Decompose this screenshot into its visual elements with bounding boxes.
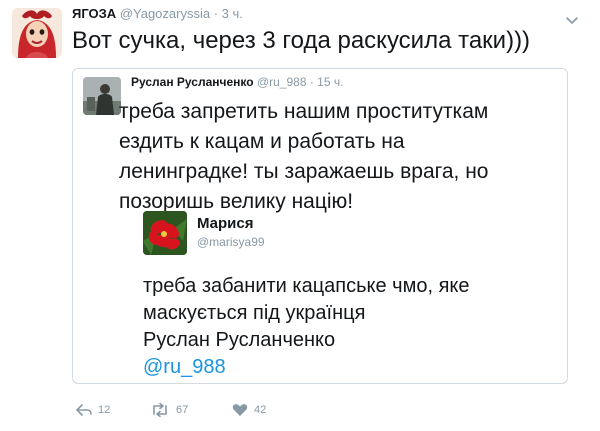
nested-author-name: Марися — [197, 215, 254, 232]
quoted-header: Руслан Русланченко @ru_988 · 15 ч. — [131, 75, 343, 89]
tweet-text: Вот сучка, через 3 года раскусила таки))… — [72, 27, 531, 54]
quoted-text: треба запретить нашим проституткам ездит… — [119, 97, 488, 217]
reply-icon — [76, 404, 92, 416]
quoted-author-avatar — [83, 77, 121, 115]
tweet-header: ЯГОЗА @Yagozaryssia · 3 ч. — [72, 6, 243, 21]
nested-author-avatar — [143, 211, 187, 255]
retweet-icon — [153, 403, 167, 417]
nested-text-line: маскується під українця — [143, 302, 366, 324]
like-button[interactable]: 42 — [232, 400, 266, 420]
cartoon-girl-avatar-icon — [12, 8, 62, 58]
like-count: 42 — [254, 404, 267, 416]
author-avatar[interactable] — [12, 8, 62, 58]
nested-text-line: треба забанити кацапське чмо, яке — [143, 275, 470, 297]
quoted-text-line: треба запретить нашим проституткам — [119, 100, 489, 123]
retweet-count: 67 — [176, 404, 189, 416]
more-options-caret-icon[interactable] — [564, 14, 580, 26]
quoted-text-line: ленинградке! ты заражаешь врага, но — [119, 160, 489, 183]
author-name[interactable]: ЯГОЗА — [72, 6, 116, 21]
quoted-tweet[interactable]: Руслан Русланченко @ru_988 · 15 ч. треба… — [72, 68, 568, 384]
nested-author-handle: @marisya99 — [197, 235, 265, 249]
quoted-time: · 15 ч. — [309, 75, 344, 89]
tweet: ЯГОЗА @Yagozaryssia · 3 ч. Вот сучка, че… — [0, 0, 600, 431]
reply-count: 12 — [98, 404, 111, 416]
retweet-button[interactable]: 67 — [150, 400, 188, 420]
nested-text-line: Руслан Русланченко — [143, 329, 336, 351]
nested-text: треба забанити кацапське чмо, яке маскує… — [143, 273, 470, 381]
quoted-author-handle: @ru_988 — [256, 75, 307, 89]
heart-icon — [232, 404, 248, 416]
tweet-time[interactable]: · 3 ч. — [214, 6, 243, 21]
man-photo-avatar-icon — [83, 77, 121, 115]
reply-button[interactable]: 12 — [76, 400, 110, 420]
quoted-author-name: Руслан Русланченко — [131, 75, 254, 89]
quoted-text-line: ездить к кацам и работать на — [119, 130, 405, 153]
mention-link[interactable]: @ru_988 — [143, 354, 470, 381]
author-handle[interactable]: @Yagozaryssia — [120, 6, 210, 21]
red-flower-avatar-icon — [143, 211, 187, 255]
